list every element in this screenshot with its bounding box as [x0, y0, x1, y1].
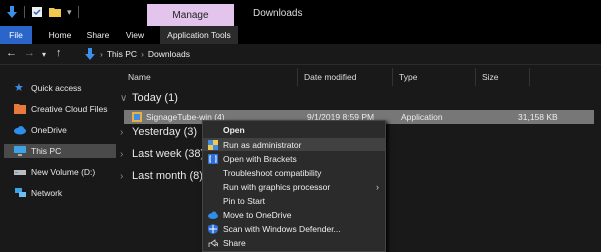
- star-icon: ★: [14, 82, 24, 94]
- sidebar-item-onedrive[interactable]: OneDrive: [14, 123, 67, 137]
- sidebar-item-quick-access[interactable]: ★ Quick access: [14, 81, 82, 95]
- tab-view[interactable]: View: [118, 26, 152, 44]
- quick-access-toolbar: ▾: [6, 6, 79, 18]
- sidebar-item-label: This PC: [31, 146, 62, 156]
- breadcrumb-chevron-icon: ›: [100, 48, 103, 59]
- brackets-icon: [208, 153, 218, 164]
- application-icon: [132, 112, 142, 122]
- folder-icon: [14, 104, 26, 114]
- network-icon: [15, 188, 26, 197]
- down-arrow-icon[interactable]: [6, 6, 18, 18]
- drive-icon: [14, 170, 26, 175]
- cloud-icon: [208, 211, 218, 219]
- column-divider[interactable]: [475, 68, 476, 86]
- breadcrumb-this-pc[interactable]: This PC: [107, 49, 137, 59]
- sidebar-item-network[interactable]: Network: [14, 186, 62, 200]
- sidebar-item-label: Creative Cloud Files: [31, 104, 108, 114]
- breadcrumb-downloads[interactable]: Downloads: [148, 49, 190, 59]
- breadcrumb-chevron-icon: ›: [141, 48, 144, 59]
- window-title: Downloads: [253, 8, 303, 19]
- tab-application-tools[interactable]: Application Tools: [160, 26, 238, 44]
- recent-locations-icon[interactable]: ▾: [42, 50, 46, 59]
- address-bar-row: ← → ▾ ↑ › This PC › Downloads: [0, 44, 601, 65]
- column-divider[interactable]: [297, 68, 298, 86]
- sidebar-item-new-volume[interactable]: New Volume (D:): [14, 165, 95, 179]
- toolbar-separator: [77, 6, 79, 18]
- expand-chevron-icon[interactable]: ›: [120, 171, 128, 182]
- group-yesterday[interactable]: › Yesterday (3): [120, 126, 197, 138]
- group-last-week[interactable]: › Last week (38): [120, 148, 204, 160]
- tab-share[interactable]: Share: [80, 26, 116, 44]
- ribbon-tabs: File Home Share View Application Tools: [0, 26, 601, 44]
- group-last-month[interactable]: › Last month (8): [120, 170, 203, 182]
- sidebar-item-creative-cloud[interactable]: Creative Cloud Files: [14, 102, 108, 116]
- pc-icon: [14, 146, 26, 156]
- address-box[interactable]: › This PC › Downloads: [84, 46, 601, 61]
- group-label: Today (1): [132, 92, 178, 104]
- sidebar-item-label: OneDrive: [31, 125, 67, 135]
- forward-arrow-icon[interactable]: →: [24, 47, 35, 59]
- sidebar-item-label: Network: [31, 188, 63, 198]
- navigation-pane: ★ Quick access Creative Cloud Files OneD…: [0, 65, 116, 250]
- shield-icon: [208, 139, 218, 150]
- downloads-icon: [85, 47, 95, 60]
- context-menu: Open Run as administrator Open with Brac…: [202, 120, 386, 252]
- back-arrow-icon[interactable]: ←: [6, 47, 17, 59]
- tab-home[interactable]: Home: [42, 26, 78, 44]
- menu-item-pin-to-start[interactable]: Pin to Start: [203, 194, 385, 207]
- up-arrow-icon[interactable]: ↑: [56, 47, 62, 59]
- menu-item-move-to-onedrive[interactable]: Move to OneDrive: [203, 208, 385, 221]
- expand-chevron-icon[interactable]: ›: [120, 149, 128, 160]
- sidebar-item-label: Quick access: [31, 83, 82, 93]
- group-label: Last month (8): [132, 170, 203, 182]
- menu-item-share[interactable]: Share: [203, 236, 385, 249]
- new-folder-icon[interactable]: [49, 6, 61, 18]
- menu-item-run-as-administrator[interactable]: Run as administrator: [203, 138, 385, 151]
- menu-item-run-with-graphics-processor[interactable]: Run with graphics processor ›: [203, 180, 385, 193]
- cloud-icon: [14, 126, 26, 135]
- group-label: Last week (38): [132, 148, 205, 160]
- toolbar-separator: [24, 6, 25, 18]
- group-label: Yesterday (3): [132, 126, 198, 138]
- column-header-name[interactable]: Name: [128, 72, 151, 82]
- sidebar-item-this-pc[interactable]: This PC: [4, 144, 116, 158]
- file-type: Application: [401, 112, 443, 122]
- column-divider[interactable]: [529, 68, 530, 86]
- column-header-date[interactable]: Date modified: [304, 72, 356, 82]
- column-divider[interactable]: [392, 68, 393, 86]
- menu-item-troubleshoot-compatibility[interactable]: Troubleshoot compatibility: [203, 166, 385, 179]
- title-bar: ▾ Manage Downloads: [0, 0, 601, 26]
- properties-icon[interactable]: [31, 6, 43, 18]
- submenu-chevron-icon: ›: [376, 181, 379, 192]
- menu-item-scan-with-windows-defender[interactable]: Scan with Windows Defender...: [203, 222, 385, 235]
- column-header-size[interactable]: Size: [482, 72, 499, 82]
- column-header-type[interactable]: Type: [399, 72, 417, 82]
- file-size: 31,158 KB: [518, 112, 558, 122]
- defender-shield-icon: [208, 223, 218, 234]
- sidebar-item-label: New Volume (D:): [31, 167, 96, 177]
- menu-item-open-with-brackets[interactable]: Open with Brackets: [203, 152, 385, 165]
- share-icon: [208, 238, 218, 247]
- group-today[interactable]: ∨ Today (1): [120, 92, 178, 104]
- collapse-chevron-icon[interactable]: ∨: [120, 93, 128, 104]
- tab-file[interactable]: File: [0, 26, 32, 44]
- customize-dropdown-icon[interactable]: ▾: [67, 7, 72, 18]
- expand-chevron-icon[interactable]: ›: [120, 127, 128, 138]
- manage-tab[interactable]: Manage: [147, 4, 234, 26]
- menu-item-open[interactable]: Open: [203, 123, 385, 136]
